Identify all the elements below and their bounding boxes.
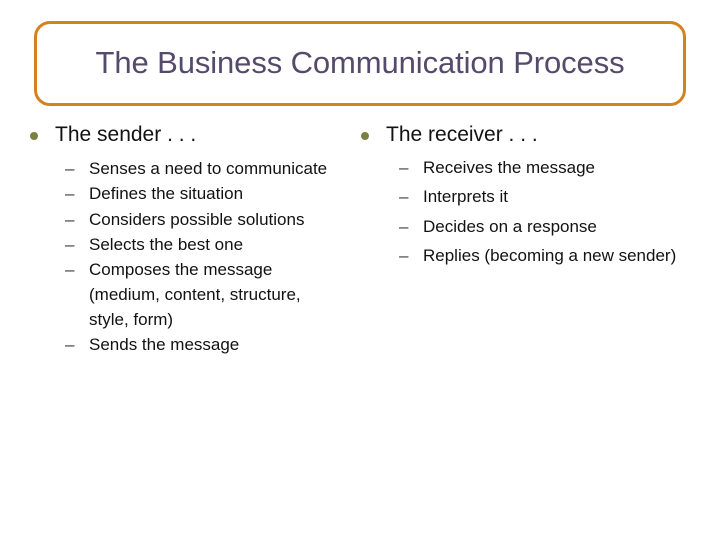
dash-marker-icon: – bbox=[65, 159, 75, 179]
dash-marker-icon: – bbox=[65, 209, 75, 229]
page-title: The Business Communication Process bbox=[95, 45, 625, 81]
sublist-sender: – Senses a need to communicate – Defines… bbox=[30, 156, 355, 357]
list-item: – Considers possible solutions bbox=[30, 207, 355, 232]
list-item-label: Decides on a response bbox=[423, 216, 597, 236]
list-item: – Defines the situation bbox=[30, 181, 355, 206]
column-heading-sender: The sender . . . bbox=[55, 123, 197, 146]
list-item: – Selects the best one bbox=[30, 232, 355, 257]
dash-marker-icon: – bbox=[399, 216, 409, 236]
list-item-label: Receives the message bbox=[423, 158, 595, 178]
bullet-item-receiver: The receiver . . . bbox=[361, 122, 720, 148]
list-item: – Receives the message bbox=[361, 156, 720, 180]
dash-marker-icon: – bbox=[399, 187, 409, 207]
list-item-label: Senses a need to communicate bbox=[89, 159, 328, 179]
column-heading-receiver: The receiver . . . bbox=[386, 123, 538, 146]
bullet-item-sender: The sender . . . bbox=[30, 122, 355, 148]
content-columns: The sender . . . – Senses a need to comm… bbox=[0, 122, 720, 358]
list-item: – Senses a need to communicate bbox=[30, 156, 355, 181]
list-item-label: Sends the message bbox=[89, 335, 240, 355]
list-item: – Replies (becoming a new sender) bbox=[361, 244, 720, 268]
list-item-label: Defines the situation bbox=[89, 184, 244, 204]
dash-marker-icon: – bbox=[65, 335, 75, 355]
dash-marker-icon: – bbox=[65, 184, 75, 204]
title-box: The Business Communication Process bbox=[34, 21, 686, 106]
list-item: – Composes the message (medium, content,… bbox=[30, 257, 355, 332]
list-item: – Interprets it bbox=[361, 185, 720, 209]
sublist-receiver: – Receives the message – Interprets it –… bbox=[361, 156, 720, 268]
list-item-label: Replies (becoming a new sender) bbox=[423, 245, 677, 265]
dash-marker-icon: – bbox=[65, 259, 75, 279]
slide-canvas: The Business Communication Process The s… bbox=[0, 0, 720, 540]
filled-circle-bullet-icon bbox=[30, 132, 38, 140]
column-sender: The sender . . . – Senses a need to comm… bbox=[0, 122, 355, 358]
list-item-label: Considers possible solutions bbox=[89, 209, 305, 229]
list-item-label: Selects the best one bbox=[89, 234, 244, 254]
dash-marker-icon: – bbox=[65, 234, 75, 254]
list-item-label: Composes the message (medium, content, s… bbox=[89, 259, 301, 330]
column-receiver: The receiver . . . – Receives the messag… bbox=[355, 122, 720, 273]
list-item-label: Interprets it bbox=[423, 187, 509, 207]
dash-marker-icon: – bbox=[399, 245, 409, 265]
dash-marker-icon: – bbox=[399, 158, 409, 178]
filled-circle-bullet-icon bbox=[361, 132, 369, 140]
list-item: – Decides on a response bbox=[361, 215, 720, 239]
list-item: – Sends the message bbox=[30, 332, 355, 357]
